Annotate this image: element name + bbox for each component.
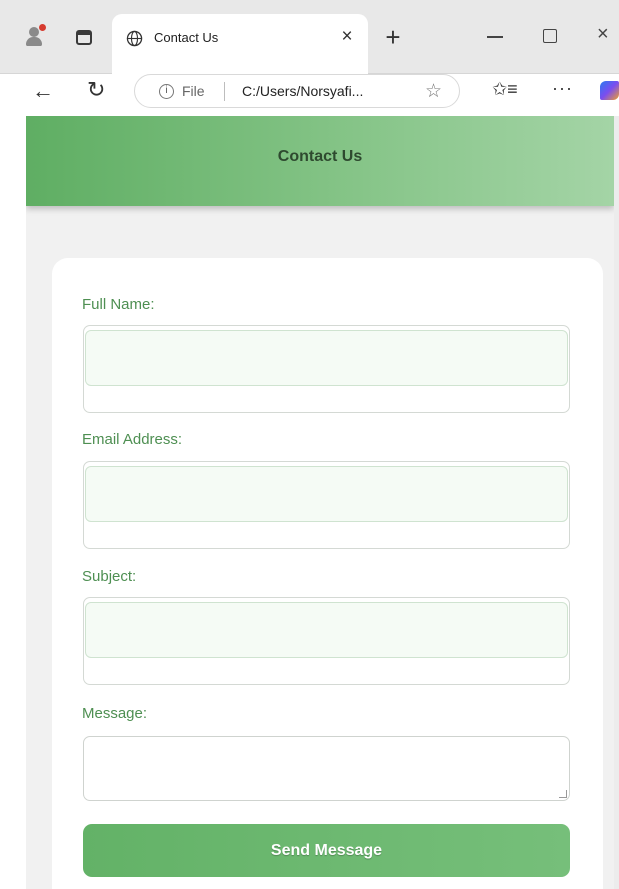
send-message-button[interactable]: Send Message: [83, 824, 570, 877]
message-textarea[interactable]: [83, 736, 570, 801]
contact-form: Full Name: Email Address: Subject: Messa…: [52, 258, 603, 889]
copilot-icon[interactable]: [600, 81, 619, 100]
page-title: Contact Us: [277, 148, 363, 165]
subject-input[interactable]: [85, 602, 568, 658]
full-name-label: Full Name:: [82, 296, 155, 313]
resize-grip-icon[interactable]: [559, 790, 567, 798]
subject-label: Subject:: [82, 568, 137, 585]
subject-field: [83, 597, 570, 685]
tab-close-icon[interactable]: ×: [336, 26, 358, 48]
window-close-icon[interactable]: ×: [597, 22, 619, 46]
full-name-field: [83, 325, 570, 413]
address-url[interactable]: C:/Users/Norsyafi...: [242, 83, 363, 99]
maximize-icon[interactable]: [543, 29, 557, 43]
message-label: Message:: [82, 705, 148, 722]
page-viewport: Contact Us Full Name: Email Address: Sub…: [26, 116, 614, 889]
star-icon[interactable]: ☆: [425, 80, 442, 103]
email-input[interactable]: [85, 466, 568, 522]
more-menu-icon[interactable]: ···: [552, 78, 573, 99]
tab-strip: Contact Us × + ×: [0, 0, 619, 76]
minimize-icon[interactable]: [487, 36, 503, 38]
vertical-scrollbar[interactable]: [614, 116, 619, 889]
tab-title: Contact Us: [154, 30, 219, 45]
browser-toolbar: ← ↻ i File C:/Users/Norsyafi... ☆ ✩≡ ···: [0, 74, 619, 116]
email-label: Email Address:: [82, 431, 183, 448]
address-scheme-label: File: [182, 83, 205, 99]
reload-icon[interactable]: ↻: [87, 77, 105, 103]
new-tab-button[interactable]: +: [380, 24, 406, 50]
favorites-icon[interactable]: ✩≡: [492, 79, 518, 100]
page-header: Contact Us: [26, 116, 614, 206]
tab-contact-us[interactable]: Contact Us ×: [112, 14, 368, 76]
email-field: [83, 461, 570, 549]
profile-icon[interactable]: [26, 24, 46, 48]
info-icon[interactable]: i: [159, 84, 174, 99]
full-name-input[interactable]: [85, 330, 568, 386]
back-arrow-icon[interactable]: ←: [32, 78, 54, 104]
globe-icon: [126, 30, 143, 47]
address-bar[interactable]: i File C:/Users/Norsyafi... ☆: [134, 74, 460, 108]
tab-actions-icon[interactable]: [76, 30, 92, 45]
address-divider: [224, 82, 225, 101]
